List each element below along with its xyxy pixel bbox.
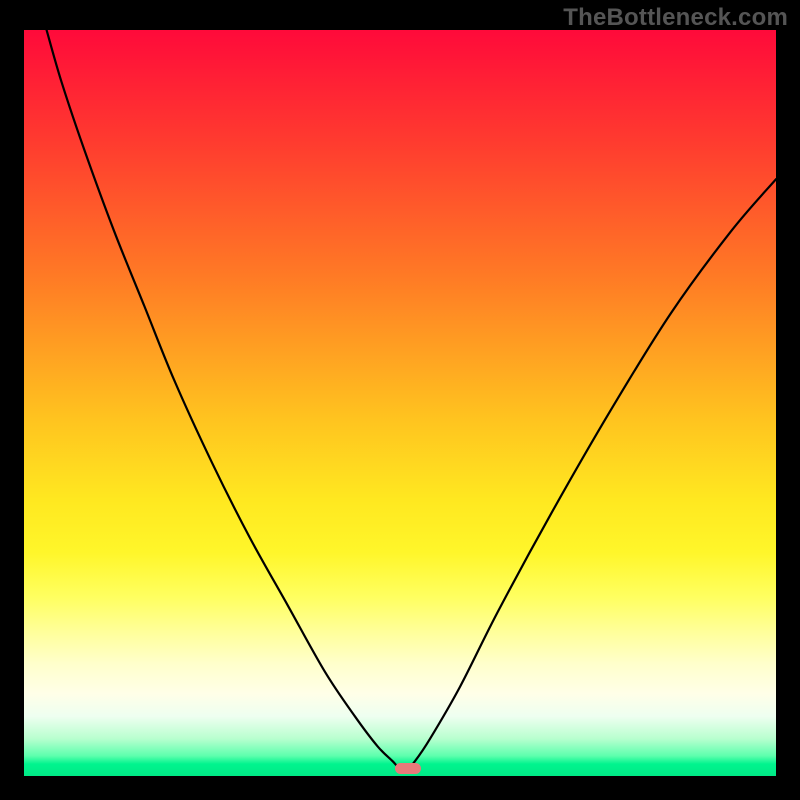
watermark-text: TheBottleneck.com <box>563 4 788 32</box>
optimum-marker <box>395 763 421 774</box>
bottleneck-curve <box>24 30 776 776</box>
plot-area <box>24 30 776 776</box>
figure-container: TheBottleneck.com <box>0 0 800 800</box>
